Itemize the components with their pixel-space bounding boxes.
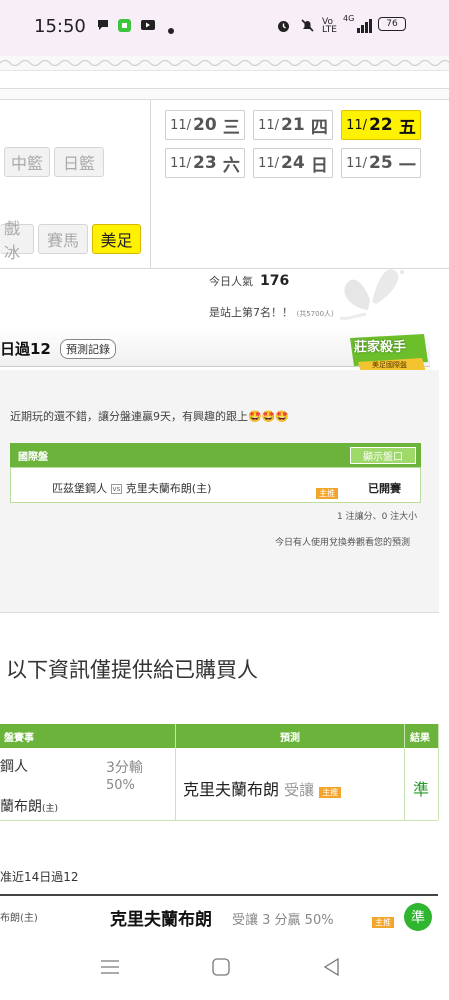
host-tag: 主推: [372, 910, 394, 929]
header-wave-border: [0, 56, 449, 71]
home-icon[interactable]: [212, 958, 230, 980]
divider: [150, 100, 151, 268]
badge-subtitle: 美足國際盤: [372, 361, 407, 369]
app-notification-icon: [117, 18, 132, 37]
line-result: 3分輸: [106, 760, 143, 776]
divider: [404, 724, 405, 820]
sport-tab[interactable]: 中籃: [4, 147, 50, 177]
col-prediction: 預測: [280, 733, 300, 744]
status-time: 15:50: [34, 16, 86, 37]
matchup: 匹茲堡鋼人 vs 克里夫蘭布朗(主): [52, 480, 211, 496]
purchase-table-header: [0, 724, 438, 748]
col-event: 盤賽事: [4, 733, 34, 744]
sport-tab-selected[interactable]: 美足: [92, 224, 141, 254]
result-accurate: 準: [413, 780, 430, 799]
volte-icon: Vo LTE: [322, 17, 337, 35]
purchase-heading: 以下資訊僅提供給已購買人: [6, 658, 258, 682]
menu-icon[interactable]: [101, 959, 119, 979]
date-button[interactable]: 11/25 一: [341, 148, 421, 178]
divider: [438, 724, 439, 820]
battery-icon: 76: [378, 17, 406, 31]
butterfly-logo-icon: [320, 260, 420, 320]
date-button[interactable]: 11/23 六: [165, 148, 245, 178]
youtube-icon: [140, 18, 156, 36]
recent-label: 准近14日過12: [0, 870, 79, 884]
match-status: 已開賽: [368, 482, 401, 495]
home-team: 克里夫蘭布朗(主): [125, 482, 212, 495]
popularity-value: 176: [260, 273, 290, 289]
recent-detail: 受讓 3 分贏 50%: [232, 913, 334, 928]
date-button[interactable]: 11/24 日: [253, 148, 333, 178]
card-title: 日過12: [0, 340, 51, 358]
network-type: 4G: [343, 14, 355, 23]
popularity: 今日人氣 176: [209, 273, 289, 289]
host-tag: 主推: [316, 481, 338, 500]
show-odds-button[interactable]: 顯示盤口: [350, 447, 416, 464]
back-icon[interactable]: [323, 957, 339, 980]
signal-icon: [356, 18, 372, 37]
alarm-icon: [276, 18, 291, 37]
table-header-label: 國際盤: [18, 452, 48, 463]
team-2: 蘭布朗(主): [0, 799, 59, 815]
coupon-note: 今日有人使用兌換券觀看您的預測: [275, 538, 411, 548]
prediction-record-button[interactable]: 預測記錄: [60, 339, 116, 359]
line-percent: 50%: [106, 778, 135, 793]
team-1: 鋼人: [0, 759, 28, 775]
mute-icon: [300, 18, 315, 37]
prediction-pick: 克里夫蘭布朗 受讓 主推: [183, 776, 342, 800]
popularity-label: 今日人氣: [209, 275, 253, 288]
sport-tab[interactable]: 日籃: [54, 147, 104, 177]
chat-bubble-icon: [96, 18, 110, 36]
col-result: 結果: [410, 733, 430, 744]
vs-icon: vs: [110, 484, 123, 494]
recent-result-badge: 準: [404, 903, 432, 931]
date-button[interactable]: 11/20 三: [165, 110, 245, 140]
nav-strip: [0, 88, 449, 100]
badge-title: 莊家殺手: [354, 340, 407, 355]
divider: [175, 724, 176, 820]
date-button[interactable]: 11/21 四: [253, 110, 333, 140]
divider: [0, 820, 438, 821]
date-button-selected[interactable]: 11/22 五: [341, 110, 421, 140]
away-team: 匹茲堡鋼人: [52, 482, 107, 495]
battery-level: 76: [378, 17, 406, 31]
sport-tab[interactable]: 戲冰: [0, 219, 34, 262]
rank-text: 是站上第7名！！ (共5700人): [209, 306, 334, 319]
count-note: 1 注讓分、0 注大小: [337, 512, 418, 522]
dot-icon: [168, 22, 174, 38]
sport-tab[interactable]: 賽馬: [38, 224, 88, 254]
host-tag: 主推: [319, 787, 342, 798]
comment-text: 近期玩的還不錯，讓分盤連贏9天，有興趣的跟上🤩🤩🤩: [10, 410, 290, 423]
recent-team: 布朗(主): [0, 913, 38, 924]
recent-pick: 克里夫蘭布朗: [110, 910, 212, 930]
